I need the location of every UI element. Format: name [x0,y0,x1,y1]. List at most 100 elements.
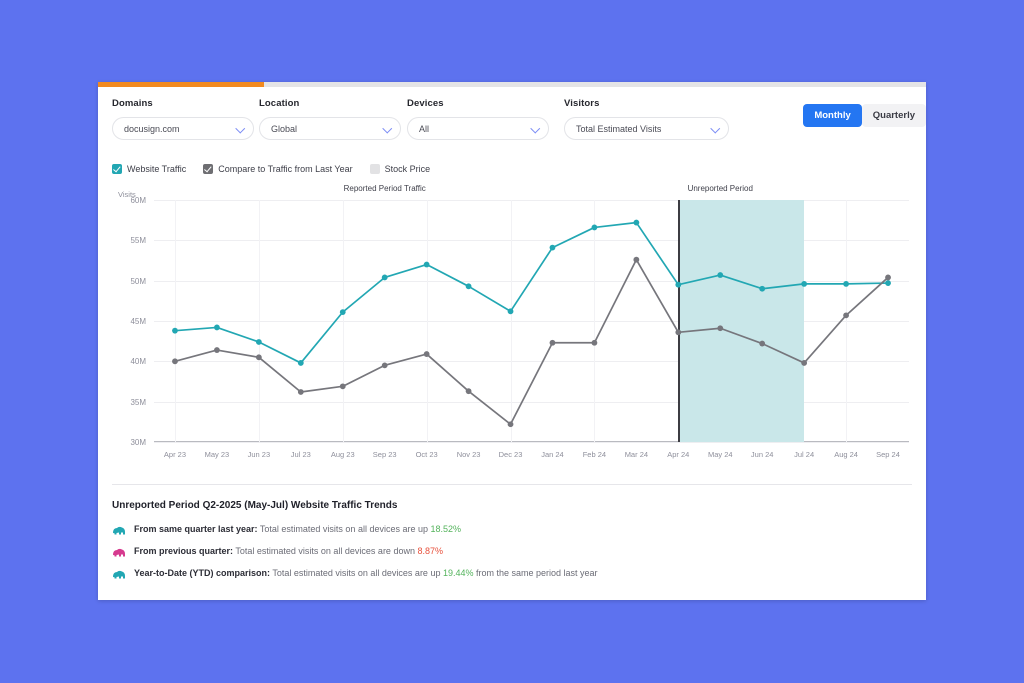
x-tick-Jun-24: Jun 24 [750,450,774,459]
toggle-monthly[interactable]: Monthly [803,104,862,127]
data-point[interactable] [381,274,388,281]
y-tick-55M: 55M [130,236,146,246]
data-point[interactable] [801,360,808,366]
x-tick-Sep-23: Sep 23 [372,450,397,459]
data-point[interactable] [885,274,891,281]
insight-text-0: From same quarter last year: Total estim… [134,523,462,534]
x-axis-ticks: Apr 23 May 23 Jun 23 Jul 23 Aug 23 Sep 23 Oct … [154,448,909,464]
filter-group-devices: Devices All [407,98,549,140]
filter-label-location: Location [259,98,300,109]
data-point[interactable] [214,324,220,331]
legend-label-1: Compare to Traffic from Last Year [218,164,353,174]
chevron-down-icon[interactable] [236,124,245,133]
filter-select-domains[interactable]: docusign.com [112,117,254,140]
traffic-dashboard-card: Domains docusign.com Location Global Devices… [98,82,926,600]
toggle-quarterly[interactable]: Quarterly [861,104,926,127]
chart-annotation-1: Unreported Period [687,184,753,193]
data-point[interactable] [214,347,220,353]
data-point[interactable] [381,362,388,369]
x-tick-Jul-24: Jul 24 [794,450,815,459]
x-tick-Apr-24: Apr 24 [667,450,690,459]
elephant-pink-icon [112,545,126,557]
insight-value-2: 19.44% [442,567,474,578]
data-point[interactable] [465,388,472,395]
checkbox-unchecked-icon[interactable] [369,164,380,174]
insight-label-2: Year-to-Date (YTD) comparison: [134,567,271,578]
data-point[interactable] [843,280,849,287]
data-point[interactable] [717,325,724,332]
data-point[interactable] [675,329,682,336]
insight-row-0: From same quarter last year: Total estim… [112,523,912,535]
filter-value-domains: docusign.com [124,123,180,134]
data-point[interactable] [675,281,682,288]
data-point[interactable] [423,351,430,357]
insight-row-2: Year-to-Date (YTD) comparison: Total est… [112,567,912,579]
data-point[interactable] [591,224,598,231]
filter-select-devices[interactable]: All [407,117,549,140]
data-point[interactable] [465,283,472,290]
y-tick-35M: 35M [130,397,146,407]
checkbox-checked-icon[interactable] [112,164,122,174]
filter-select-visitors[interactable]: Total Estimated Visits [564,117,729,140]
chart-series-layer [172,219,891,428]
data-point[interactable] [549,339,556,346]
data-point[interactable] [549,244,556,251]
plot-region: Reported Period Traffic Unreported Period [154,184,909,443]
period-toggle-group: Monthly Quarterly [803,104,926,127]
data-point[interactable] [339,309,346,316]
data-point[interactable] [507,308,514,315]
data-point[interactable] [885,280,891,286]
chevron-down-icon[interactable] [383,124,392,133]
legend-label-2: Stock Price [384,164,431,174]
data-point[interactable] [297,389,304,395]
data-point[interactable] [172,327,178,334]
x-tick-May-23: May 23 [204,450,230,459]
chart-area: Visits 60M 55M 50M 45M 40M 35M 30M Reported Pe… [112,184,912,470]
data-point[interactable] [339,383,346,390]
filter-value-location: Global [271,123,298,134]
data-point[interactable] [255,339,262,345]
y-tick-45M: 45M [130,317,146,326]
legend-item-1[interactable]: Compare to Traffic from Last Year [203,164,353,174]
series-line-1 [174,258,889,426]
insight-label-0: From same quarter last year: [134,523,258,534]
insight-value-1: 8.87% [417,545,443,556]
data-point[interactable] [423,261,430,268]
data-point[interactable] [801,280,808,287]
x-tick-Aug-23: Aug 23 [330,450,355,459]
series-line-0 [174,221,889,364]
x-tick-Nov-23: Nov 23 [456,450,481,459]
checkbox-checked-icon[interactable] [203,164,214,174]
chevron-down-icon[interactable] [531,124,540,133]
x-tick-May-24: May 24 [707,450,733,459]
x-tick-Apr-23: Apr 23 [163,450,187,459]
elephant-teal-icon [112,567,126,579]
legend-item-2[interactable]: Stock Price [369,164,431,174]
filter-bar: Domains docusign.com Location Global Devices… [112,98,912,154]
x-tick-Aug-24: Aug 24 [834,450,858,459]
insight-row-1: From previous quarter: Total estimated v… [112,545,912,557]
data-point[interactable] [633,256,640,263]
x-tick-Jan-24: Jan 24 [541,450,564,459]
chevron-down-icon[interactable] [711,124,720,133]
x-tick-Sep-24: Sep 24 [876,450,900,459]
data-point[interactable] [759,285,766,292]
data-point[interactable] [717,272,724,278]
insight-text-1: From previous quarter: Total estimated v… [134,545,443,556]
series-legend: Website Traffic Compare to Traffic from L… [112,164,447,174]
progress-track [98,82,926,87]
filter-select-location[interactable]: Global [259,117,401,140]
data-point[interactable] [255,354,262,361]
data-point[interactable] [843,312,849,319]
insight-value-0: 18.52% [430,523,462,534]
data-point[interactable] [172,358,178,365]
filter-label-devices: Devices [407,98,444,109]
data-point[interactable] [633,219,640,226]
data-point[interactable] [297,360,304,366]
data-point[interactable] [591,339,598,346]
legend-item-0[interactable]: Website Traffic [112,164,186,174]
data-point[interactable] [507,421,514,428]
data-point[interactable] [759,340,766,347]
x-tick-Dec-23: Dec 23 [498,450,523,459]
filter-group-visitors: Visitors Total Estimated Visits [564,98,729,140]
